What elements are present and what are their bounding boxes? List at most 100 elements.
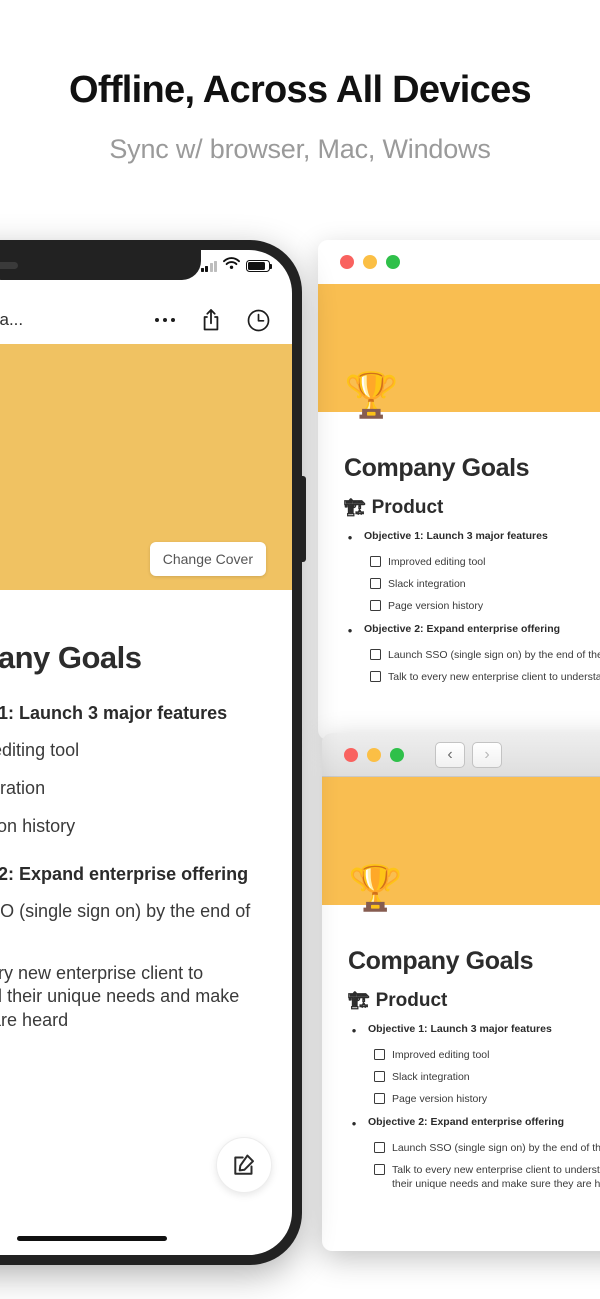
checkbox-icon[interactable] bbox=[370, 671, 381, 683]
mac-window-front[interactable]: ‹ › 🏆 Company Goals 🏗 Product • Objectiv… bbox=[322, 733, 600, 1251]
close-button[interactable] bbox=[340, 255, 354, 269]
side-button[interactable] bbox=[301, 476, 306, 562]
window-titlebar-back[interactable] bbox=[318, 240, 600, 284]
checkbox-label: Slack integration bbox=[392, 1070, 470, 1083]
document-body-front: 🏆 Company Goals 🏗 Product • Objective 1:… bbox=[322, 867, 600, 1201]
phone-document-body: Company Goals Objective 1: Launch 3 majo… bbox=[0, 590, 292, 1033]
bullet-icon: • bbox=[347, 530, 353, 545]
checkbox-icon[interactable] bbox=[370, 649, 381, 661]
list-item[interactable]: Launch SSO (single sign on) by the end o… bbox=[370, 648, 600, 662]
objective-label: Objective 1: Launch 3 major features bbox=[364, 530, 548, 542]
section-heading-label: Product bbox=[371, 497, 444, 518]
list-item[interactable]: • Objective 1: Launch 3 major features bbox=[344, 529, 600, 547]
phone-toolbar: 🏆 Compa... bbox=[0, 296, 292, 344]
checkbox-icon[interactable] bbox=[374, 1142, 385, 1154]
list-item[interactable]: • Objective 1: Launch 3 major features bbox=[348, 1022, 600, 1040]
zoom-button[interactable] bbox=[390, 747, 404, 762]
bullet-icon: • bbox=[351, 1023, 357, 1038]
section-heading: 🏗 Product bbox=[348, 990, 600, 1012]
list-item[interactable]: • Objective 2: Expand enterprise offerin… bbox=[348, 1115, 600, 1133]
checkbox-icon[interactable] bbox=[370, 556, 381, 568]
checkbox-icon[interactable] bbox=[370, 578, 381, 590]
checkbox-icon[interactable] bbox=[374, 1164, 385, 1176]
compose-edit-icon[interactable] bbox=[216, 1137, 272, 1193]
checkbox-label: Slack integration bbox=[388, 577, 466, 590]
bullet-icon: • bbox=[351, 1116, 357, 1132]
checkbox-icon[interactable] bbox=[374, 1093, 385, 1105]
list-item[interactable]: Objective 2: Expand enterprise offering bbox=[0, 863, 266, 886]
back-button[interactable]: ‹ bbox=[435, 741, 465, 768]
crane-icon: 🏗 bbox=[344, 498, 366, 517]
checkbox-icon[interactable] bbox=[370, 600, 381, 612]
bullet-icon: • bbox=[347, 623, 353, 639]
checkbox-label: Page version history bbox=[392, 1092, 488, 1105]
zoom-button[interactable] bbox=[386, 255, 400, 269]
checkbox-label: Improved editing tool bbox=[388, 555, 486, 568]
iphone-device: 🏆 Compa... bbox=[0, 240, 306, 1265]
section-heading: 🏗 Product bbox=[344, 497, 600, 519]
list-item[interactable]: Objective 1: Launch 3 major features bbox=[0, 702, 266, 725]
signal-bars-icon bbox=[200, 260, 217, 272]
phone-page-title[interactable]: Compa... bbox=[0, 310, 23, 330]
page-subtitle: Sync w/ browser, Mac, Windows bbox=[109, 133, 491, 164]
list-item[interactable]: Improved editing tool bbox=[370, 555, 600, 569]
objective-label: Objective 2: Expand enterprise offering bbox=[368, 1116, 565, 1129]
page-title: Offline, Across All Devices bbox=[69, 69, 532, 111]
section-heading-label: Product bbox=[375, 990, 448, 1011]
checkbox-label: Launch SSO (single sign on) by the end o… bbox=[392, 1141, 600, 1154]
list-item[interactable]: Talk to every new enterprise client to u… bbox=[370, 670, 600, 684]
header: Offline, Across All Devices Sync w/ brow… bbox=[0, 0, 600, 165]
trophy-icon[interactable]: 🏆 bbox=[344, 374, 399, 418]
checkbox-label: Launch SSO (single sign on) by the end o… bbox=[388, 648, 600, 661]
phone-document-title[interactable]: Company Goals bbox=[0, 590, 266, 676]
more-options-icon[interactable] bbox=[154, 317, 175, 323]
document-title[interactable]: Company Goals bbox=[348, 905, 600, 976]
status-bar bbox=[200, 257, 273, 275]
list-item[interactable]: Launch SSO (single sign on) by the end o… bbox=[374, 1141, 600, 1155]
objectives-list-back: • Objective 1: Launch 3 major features I… bbox=[344, 529, 600, 684]
checkbox-label: Improved editing tool bbox=[392, 1048, 490, 1061]
speaker-grille-icon bbox=[0, 262, 18, 269]
list-item[interactable]: Improved editing tool bbox=[0, 739, 266, 763]
checkbox-label: Talk to every new enterprise client to u… bbox=[388, 670, 600, 683]
navigation-buttons: ‹ › bbox=[435, 741, 502, 768]
battery-icon bbox=[246, 260, 273, 272]
document-body-back: 🏆 Company Goals 🏗 Product • Objective 1:… bbox=[318, 374, 600, 694]
crane-icon: 🏗 bbox=[348, 991, 370, 1010]
objectives-list-front: • Objective 1: Launch 3 major features I… bbox=[348, 1022, 600, 1191]
list-item[interactable]: Talk to every new enterprise client to u… bbox=[374, 1163, 600, 1191]
list-item[interactable]: Slack integration bbox=[0, 777, 266, 801]
list-item[interactable]: Page version history bbox=[374, 1092, 600, 1106]
mac-window-back[interactable]: 🏆 Company Goals 🏗 Product • Objective 1:… bbox=[318, 240, 600, 740]
list-item[interactable]: Talk to every new enterprise client to u… bbox=[0, 962, 266, 1033]
list-item[interactable]: Page version history bbox=[370, 599, 600, 613]
list-item[interactable]: Slack integration bbox=[374, 1070, 600, 1084]
close-button[interactable] bbox=[344, 747, 358, 762]
minimize-button[interactable] bbox=[367, 747, 381, 762]
checkbox-label: Page version history bbox=[388, 599, 484, 612]
home-indicator bbox=[17, 1236, 167, 1241]
objective-label: Objective 2: Expand enterprise offering bbox=[364, 623, 561, 636]
list-item[interactable]: Page version history bbox=[0, 815, 266, 839]
phone-page-cover[interactable]: Change Cover bbox=[0, 344, 292, 590]
minimize-button[interactable] bbox=[363, 255, 377, 269]
list-item[interactable]: Slack integration bbox=[370, 577, 600, 591]
promo-screenshot: Offline, Across All Devices Sync w/ brow… bbox=[0, 0, 600, 1299]
window-titlebar-front[interactable]: ‹ › bbox=[322, 733, 600, 777]
checkbox-label: Talk to every new enterprise client to u… bbox=[392, 1163, 600, 1190]
share-icon[interactable] bbox=[201, 308, 221, 332]
history-clock-icon[interactable] bbox=[247, 309, 270, 332]
change-cover-button[interactable]: Change Cover bbox=[149, 542, 266, 576]
phone-screen: 🏆 Compa... bbox=[0, 250, 292, 1255]
wifi-icon bbox=[223, 257, 240, 275]
list-item[interactable]: • Objective 2: Expand enterprise offerin… bbox=[344, 622, 600, 640]
checkbox-icon[interactable] bbox=[374, 1071, 385, 1083]
document-title[interactable]: Company Goals bbox=[344, 412, 600, 483]
forward-button[interactable]: › bbox=[472, 741, 502, 768]
objective-label: Objective 1: Launch 3 major features bbox=[368, 1023, 552, 1035]
trophy-icon[interactable]: 🏆 bbox=[348, 867, 403, 911]
checkbox-icon[interactable] bbox=[374, 1049, 385, 1061]
list-item[interactable]: Launch SSO (single sign on) by the end o… bbox=[0, 900, 266, 948]
notch bbox=[0, 250, 201, 280]
list-item[interactable]: Improved editing tool bbox=[374, 1048, 600, 1062]
